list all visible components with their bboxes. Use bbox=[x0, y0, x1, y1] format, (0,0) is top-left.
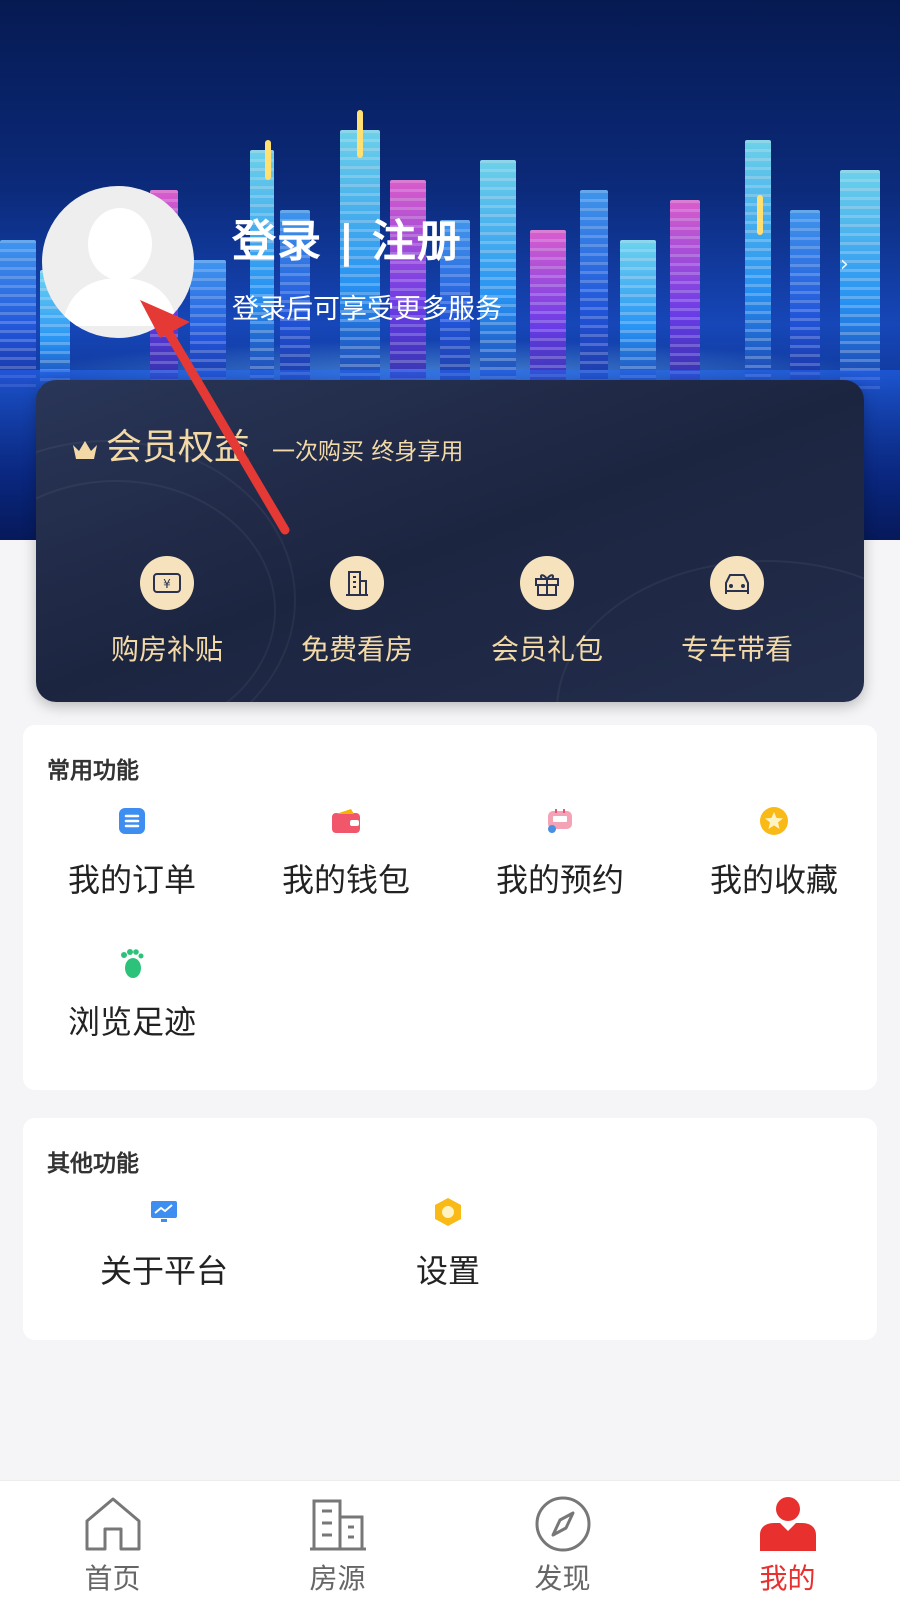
city-building bbox=[790, 210, 820, 390]
browse-history-item[interactable]: 浏览足迹 bbox=[27, 947, 237, 1043]
grid-item-label: 关于平台 bbox=[99, 1252, 228, 1290]
my-wallet-item[interactable]: 我的钱包 bbox=[241, 805, 451, 901]
wallet-icon bbox=[330, 805, 362, 837]
compass-icon bbox=[535, 1496, 590, 1552]
crown-icon bbox=[73, 441, 97, 459]
grid-item-label: 我的钱包 bbox=[281, 861, 410, 899]
tab-label: 发现 bbox=[534, 1562, 591, 1595]
tower-spire bbox=[757, 195, 763, 235]
building-icon bbox=[330, 556, 384, 610]
city-building bbox=[670, 200, 700, 390]
chevron-right-icon[interactable]: › bbox=[840, 252, 849, 277]
vip-item-label: 免费看房 bbox=[300, 633, 413, 666]
city-building bbox=[580, 190, 608, 390]
order-list-icon bbox=[116, 805, 148, 837]
my-appointments-item[interactable]: 我的预约 bbox=[455, 805, 665, 901]
login-register-link[interactable]: 登录 | 注册 bbox=[232, 205, 462, 269]
city-building bbox=[620, 240, 656, 390]
tower-spire bbox=[265, 140, 271, 180]
city-building bbox=[250, 150, 274, 390]
yuan-ticket-icon: ¥ bbox=[140, 556, 194, 610]
tower-spire bbox=[357, 110, 363, 158]
tab-discover[interactable]: 发现 bbox=[450, 1481, 675, 1600]
my-orders-item[interactable]: 我的订单 bbox=[27, 805, 237, 901]
vip-slogan: 一次购买 终身享用 bbox=[272, 439, 464, 465]
vip-title: 会员权益 bbox=[106, 427, 251, 468]
vip-item-label: 会员礼包 bbox=[490, 633, 603, 666]
grid-item-label: 我的订单 bbox=[67, 861, 196, 899]
settings-item[interactable]: 设置 bbox=[343, 1196, 553, 1292]
vip-item-gift[interactable]: 会员礼包 bbox=[452, 556, 642, 668]
status-bar bbox=[0, 0, 900, 34]
vip-item-subsidy[interactable]: ¥ 购房补贴 bbox=[72, 556, 262, 668]
city-building bbox=[530, 230, 566, 390]
monitor-chart-icon bbox=[148, 1196, 180, 1228]
home-icon bbox=[85, 1497, 140, 1551]
bottom-tab-bar: 首页 房源 发现 我的 bbox=[0, 1480, 900, 1600]
login-subtitle: 登录后可享受更多服务 bbox=[232, 294, 502, 325]
svg-text:¥: ¥ bbox=[163, 577, 171, 591]
vip-item-label: 购房补贴 bbox=[110, 633, 223, 666]
hexagon-settings-icon bbox=[432, 1196, 464, 1228]
appointment-icon bbox=[544, 805, 576, 837]
gift-icon bbox=[520, 556, 574, 610]
about-platform-item[interactable]: 关于平台 bbox=[59, 1196, 269, 1292]
default-user-icon bbox=[62, 208, 178, 326]
user-icon bbox=[759, 1497, 816, 1551]
vip-benefits-card[interactable]: 会员权益 一次购买 终身享用 ¥ 购房补贴 免费看房 会员礼包 专车带看 bbox=[36, 380, 864, 702]
avatar[interactable] bbox=[42, 186, 194, 338]
star-icon bbox=[758, 805, 790, 837]
vip-item-car[interactable]: 专车带看 bbox=[642, 556, 832, 668]
section-title: 其他功能 bbox=[47, 1151, 139, 1177]
city-building bbox=[840, 170, 880, 390]
city-building bbox=[0, 240, 36, 390]
city-building bbox=[745, 140, 771, 390]
grid-item-label: 浏览足迹 bbox=[67, 1003, 196, 1041]
buildings-icon bbox=[309, 1499, 366, 1551]
tab-mine[interactable]: 我的 bbox=[675, 1481, 900, 1600]
vip-item-free-viewing[interactable]: 免费看房 bbox=[262, 556, 452, 668]
other-functions-panel: 其他功能 关于平台 设置 bbox=[23, 1118, 877, 1340]
tab-label: 房源 bbox=[309, 1562, 366, 1595]
common-functions-panel: 常用功能 我的订单 我的钱包 我的预约 我的收藏 浏览足迹 bbox=[23, 725, 877, 1090]
tab-listings[interactable]: 房源 bbox=[225, 1481, 450, 1600]
footprint-icon bbox=[116, 947, 148, 979]
vip-header: 会员权益 一次购买 终身享用 bbox=[72, 418, 463, 470]
section-title: 常用功能 bbox=[47, 758, 139, 784]
my-favorites-item[interactable]: 我的收藏 bbox=[669, 805, 879, 901]
vip-item-label: 专车带看 bbox=[680, 633, 793, 666]
grid-item-label: 设置 bbox=[415, 1252, 480, 1290]
vip-benefit-list: ¥ 购房补贴 免费看房 会员礼包 专车带看 bbox=[36, 556, 864, 668]
tab-home[interactable]: 首页 bbox=[0, 1481, 225, 1600]
tab-label: 我的 bbox=[759, 1562, 816, 1595]
tab-label: 首页 bbox=[84, 1562, 141, 1595]
grid-item-label: 我的预约 bbox=[495, 861, 624, 899]
grid-item-label: 我的收藏 bbox=[709, 861, 838, 899]
city-building bbox=[480, 160, 516, 390]
car-icon bbox=[710, 556, 764, 610]
